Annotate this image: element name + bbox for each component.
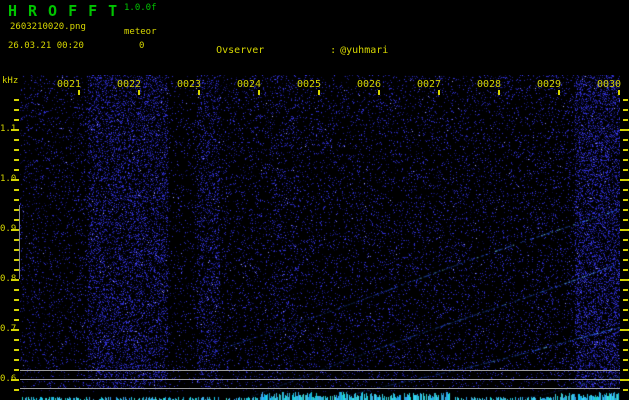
info-value: @yuhmari — [340, 45, 389, 56]
freq-tick — [623, 349, 628, 351]
freq-tick — [14, 199, 19, 201]
freq-tick — [623, 209, 628, 211]
time-tick — [78, 90, 80, 95]
freq-tick — [620, 229, 629, 231]
freq-tick — [620, 179, 629, 181]
freq-tick — [14, 169, 19, 171]
freq-tick — [623, 369, 628, 371]
freq-tick-label: 0.8 — [0, 274, 17, 284]
output-filename: 2603210020.png — [10, 22, 86, 32]
freq-axis-unit-label: kHz — [2, 76, 19, 86]
freq-tick — [623, 99, 628, 101]
time-tick — [378, 90, 380, 95]
freq-tick-label: 1.1 — [0, 124, 17, 134]
info-label: Ovserver — [216, 45, 265, 56]
freq-tick — [623, 119, 628, 121]
freq-tick — [14, 389, 19, 391]
freq-tick — [620, 279, 629, 281]
time-tick-label: 0024 — [236, 79, 262, 90]
freq-tick — [14, 359, 19, 361]
freq-tick — [623, 109, 628, 111]
freq-tick — [620, 129, 629, 131]
time-tick — [618, 90, 620, 95]
freq-tick-label: 0.9 — [0, 224, 17, 234]
time-tick — [558, 90, 560, 95]
freq-tick — [623, 359, 628, 361]
app-title: HROFFT — [8, 2, 129, 20]
freq-tick — [14, 109, 19, 111]
freq-tick — [14, 99, 19, 101]
freq-tick — [14, 159, 19, 161]
freq-tick — [14, 339, 19, 341]
freq-tick — [14, 119, 19, 121]
time-tick-label: 0028 — [476, 79, 502, 90]
app-version: 1.0.0f — [124, 3, 157, 13]
spectrogram-canvas — [20, 75, 620, 400]
freq-tick — [14, 289, 19, 291]
detection-band-line — [20, 388, 620, 389]
freq-tick — [620, 329, 629, 331]
freq-tick — [14, 139, 19, 141]
time-tick — [258, 90, 260, 95]
time-tick — [498, 90, 500, 95]
time-tick — [438, 90, 440, 95]
freq-tick-label: 0.6 — [0, 374, 17, 384]
freq-tick — [623, 309, 628, 311]
freq-tick — [623, 389, 628, 391]
freq-tick — [14, 299, 19, 301]
time-tick-label: 0030 — [596, 79, 622, 90]
freq-tick — [623, 159, 628, 161]
freq-tick — [623, 239, 628, 241]
freq-tick — [623, 249, 628, 251]
freq-tick — [623, 189, 628, 191]
freq-tick — [623, 149, 628, 151]
freq-tick — [623, 319, 628, 321]
detection-band-line — [20, 379, 620, 380]
freq-tick — [623, 169, 628, 171]
freq-tick — [623, 289, 628, 291]
freq-tick-label: 1.0 — [0, 174, 17, 184]
info-row-observer: Ovserver: @yuhmari — [180, 30, 587, 56]
meteor-count-value: 0 — [139, 41, 145, 51]
freq-tick — [620, 379, 629, 381]
freq-tick — [623, 219, 628, 221]
info-colon: : — [330, 45, 337, 56]
time-tick-label: 0021 — [56, 79, 82, 90]
scale-bar — [19, 205, 20, 279]
freq-tick-label: 0.7 — [0, 324, 17, 334]
detection-band-line — [20, 370, 620, 371]
time-tick-label: 0022 — [116, 79, 142, 90]
freq-tick — [623, 259, 628, 261]
meteor-count-label: meteor — [124, 27, 157, 37]
freq-tick — [14, 369, 19, 371]
observation-datetime: 26.03.21 00:20 — [8, 41, 84, 51]
freq-tick — [14, 309, 19, 311]
freq-tick — [623, 199, 628, 201]
freq-tick — [14, 189, 19, 191]
time-tick — [198, 90, 200, 95]
time-tick-label: 0027 — [416, 79, 442, 90]
time-tick-label: 0025 — [296, 79, 322, 90]
freq-tick — [14, 349, 19, 351]
time-tick-label: 0023 — [176, 79, 202, 90]
time-tick — [138, 90, 140, 95]
hrofft-window: HROFFT 1.0.0f 2603210020.png meteor 26.0… — [0, 0, 629, 400]
freq-tick — [14, 149, 19, 151]
freq-tick — [623, 339, 628, 341]
time-tick-label: 0026 — [356, 79, 382, 90]
freq-tick — [623, 139, 628, 141]
freq-tick — [14, 319, 19, 321]
time-tick-label: 0029 — [536, 79, 562, 90]
freq-tick — [623, 269, 628, 271]
freq-tick — [623, 299, 628, 301]
time-tick — [318, 90, 320, 95]
